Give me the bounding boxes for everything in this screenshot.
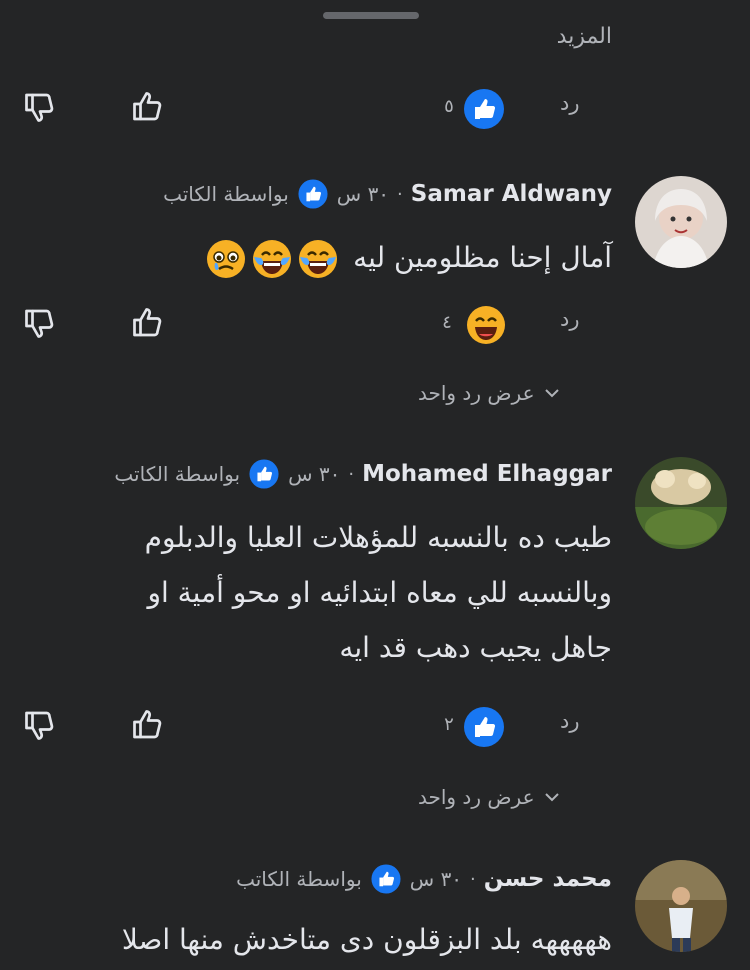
avatar[interactable] <box>635 860 727 952</box>
dislike-icon[interactable] <box>20 303 60 343</box>
reaction-count[interactable]: ٢ <box>440 714 458 735</box>
comment-time[interactable]: ٣٠ س <box>410 867 462 891</box>
comment-actions-top: ٥ رد <box>0 87 750 133</box>
like-icon[interactable] <box>128 705 168 745</box>
separator-dot: · <box>348 463 355 485</box>
like-badge-icon <box>249 459 279 489</box>
sheet-drag-handle[interactable] <box>323 12 419 19</box>
chevron-down-icon <box>544 389 559 398</box>
crying-emoji <box>207 240 246 278</box>
avatar[interactable] <box>635 457 727 549</box>
comment-author[interactable]: Mohamed Elhaggar <box>362 461 612 487</box>
comment-header: بواسطة الكاتب ٣٠ س · Mohamed Elhaggar <box>114 457 612 491</box>
avatar[interactable] <box>635 176 727 268</box>
dislike-icon[interactable] <box>20 705 60 745</box>
comment-header: بواسطة الكاتب ٣٠ س · Samar Aldwany <box>163 177 612 211</box>
comment-time[interactable]: ٣٠ س <box>288 462 340 486</box>
comment-text-content: آمال إحنا مظلومين ليه <box>353 241 612 274</box>
view-replies-label: عرض رد واحد <box>418 785 535 809</box>
separator-dot: · <box>470 868 476 890</box>
reply-button[interactable]: رد <box>560 709 580 733</box>
view-replies-link[interactable]: عرض رد واحد <box>418 782 561 812</box>
laughing-tears-emoji <box>253 240 292 278</box>
comment-text: هههههه بلد البزقلون دى متاخدش منها اصلا <box>2 912 612 967</box>
by-author-label: بواسطة الكاتب <box>114 462 241 486</box>
like-icon[interactable] <box>128 87 168 127</box>
comment-header: بواسطة الكاتب ٣٠ س · محمد حسن <box>236 862 612 896</box>
comment-author[interactable]: محمد حسن <box>484 866 612 892</box>
comment-author[interactable]: Samar Aldwany <box>411 181 612 207</box>
view-replies-label: عرض رد واحد <box>418 381 535 405</box>
like-reaction-icon[interactable] <box>462 87 506 135</box>
dislike-icon[interactable] <box>20 87 60 127</box>
comment-text-line: جاهل يجيب دهب قد ايه <box>339 631 612 664</box>
comment-actions: ٢ رد <box>0 705 750 751</box>
comment-time[interactable]: ٣٠ س <box>337 182 389 206</box>
see-more-link[interactable]: المزيد <box>557 24 612 49</box>
separator-dot: · <box>397 183 403 205</box>
comment-actions: ٤ رد <box>0 303 750 349</box>
by-author-label: بواسطة الكاتب <box>163 182 289 206</box>
comment-text-line: طيب ده بالنسبه للمؤهلات العليا والدبلوم <box>144 521 612 554</box>
reply-button[interactable]: رد <box>560 91 580 115</box>
like-icon[interactable] <box>128 303 168 343</box>
chevron-down-icon <box>544 793 559 802</box>
reaction-count[interactable]: ٤ <box>438 312 456 333</box>
like-badge-icon <box>371 864 401 894</box>
laughing-tears-emoji <box>299 240 338 278</box>
comment-text-content: هههههه بلد البزقلون دى متاخدش منها اصلا <box>121 923 612 956</box>
view-replies-link[interactable]: عرض رد واحد <box>418 378 561 408</box>
reaction-count[interactable]: ٥ <box>440 96 458 117</box>
haha-reaction-icon[interactable] <box>464 303 508 351</box>
by-author-label: بواسطة الكاتب <box>236 867 362 891</box>
emoji-group <box>204 237 340 281</box>
comment-text-line: وبالنسبه للي معاه ابتدائيه او محو أمية ا… <box>147 576 612 609</box>
like-reaction-icon[interactable] <box>462 705 506 753</box>
reply-button[interactable]: رد <box>560 307 580 331</box>
comment-text: طيب ده بالنسبه للمؤهلات العليا والدبلوم … <box>32 510 612 675</box>
comment-text: آمال إحنا مظلومين ليه <box>204 230 612 285</box>
like-badge-icon <box>298 179 328 209</box>
